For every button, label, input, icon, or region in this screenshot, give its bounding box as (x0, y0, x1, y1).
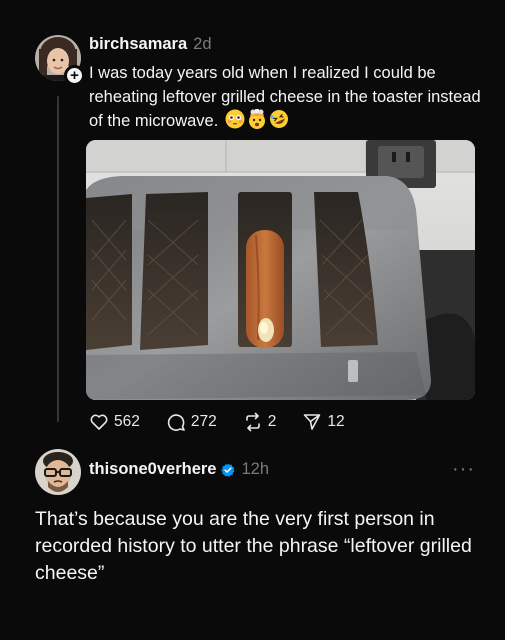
follow-plus-icon[interactable]: + (64, 65, 85, 86)
thread-line (57, 96, 59, 422)
share-button[interactable]: 12 (302, 412, 345, 432)
reply-username[interactable]: thisone0verhere (89, 460, 216, 479)
post-username[interactable]: birchsamara (89, 35, 187, 53)
verified-badge-icon (221, 463, 235, 477)
reply-author-avatar[interactable] (35, 449, 81, 495)
post-photo[interactable] (86, 140, 475, 400)
more-options-button[interactable]: ··· (452, 458, 475, 481)
comment-icon (167, 414, 185, 431)
post-action-bar: 562 272 2 12 (89, 412, 371, 432)
reply-timestamp: 12h (241, 460, 270, 478)
comment-count: 272 (190, 413, 217, 430)
comment-button[interactable]: 272 (166, 412, 217, 432)
post-header: birchsamara 2d (89, 35, 212, 54)
post-timestamp: 2d (193, 35, 212, 53)
send-icon (304, 414, 321, 430)
reply-header: thisone0verhere 12h (89, 460, 269, 479)
exploding-head-icon (247, 108, 267, 136)
share-count: 12 (327, 413, 345, 430)
repost-button[interactable]: 2 (243, 412, 277, 432)
flushed-face-icon (225, 109, 245, 136)
reply-text: That’s because you are the very first pe… (35, 508, 472, 584)
heart-icon (90, 414, 108, 430)
repost-count: 2 (267, 413, 277, 430)
rolling-laughing-face-icon (269, 109, 289, 136)
repost-icon (245, 412, 260, 432)
like-count: 562 (114, 413, 140, 430)
post-text: I was today years old when I realized I … (89, 61, 489, 136)
like-button[interactable]: 562 (89, 412, 140, 432)
